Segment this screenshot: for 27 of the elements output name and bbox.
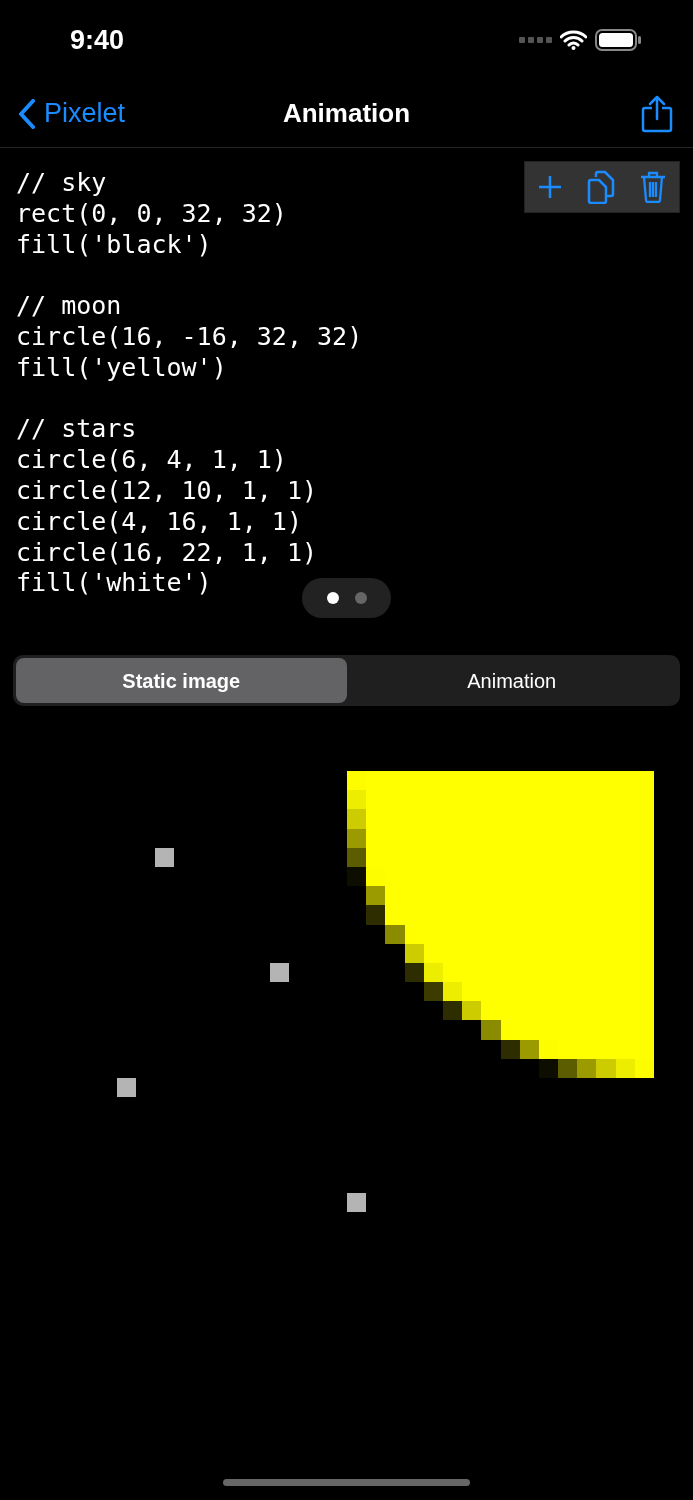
code-line: circle(12, 10, 1, 1) — [16, 475, 318, 507]
code-line: circle(16, -16, 32, 32) — [16, 322, 363, 353]
copy-icon[interactable] — [587, 170, 615, 204]
page-dot[interactable] — [354, 592, 367, 604]
add-icon[interactable] — [537, 175, 562, 199]
chevron-left-icon — [18, 98, 36, 129]
page-dot[interactable] — [326, 592, 339, 604]
code-line: // moon — [16, 291, 122, 322]
status-time: 9:40 — [70, 23, 125, 57]
share-icon[interactable] — [641, 94, 673, 133]
code-line: // sky — [16, 168, 107, 199]
segment-tab[interactable]: Animation — [346, 658, 677, 703]
back-button[interactable]: Pixelet — [18, 93, 126, 134]
code-line: fill('black') — [16, 229, 212, 261]
code-line: fill('yellow') — [16, 352, 227, 384]
code-line: rect(0, 0, 32, 32) — [16, 198, 287, 230]
screen-title: Animation — [282, 97, 411, 130]
code-line: // stars — [16, 414, 137, 446]
code-line: circle(4, 16, 1, 1) — [16, 506, 302, 538]
code-line: circle(6, 4, 1, 1) — [16, 445, 287, 476]
wifi-icon — [560, 30, 587, 50]
code-line: fill('white') — [16, 568, 212, 600]
signal-icon — [519, 37, 552, 43]
battery-icon — [595, 29, 641, 51]
delete-icon[interactable] — [640, 171, 667, 203]
code-line: circle(16, 22, 1, 1) — [16, 537, 318, 569]
segment-tab[interactable]: Static image — [16, 658, 347, 703]
